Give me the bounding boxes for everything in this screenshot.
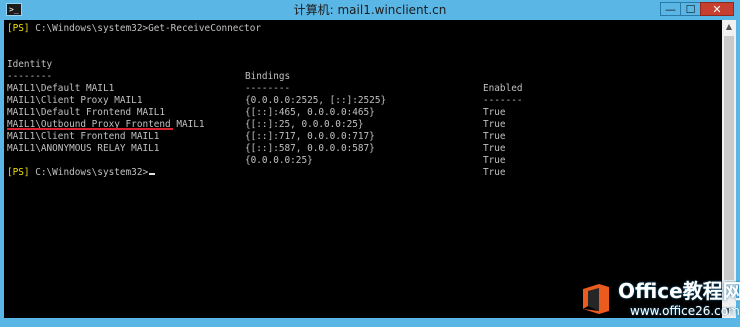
- minimize-button[interactable]: —: [660, 2, 680, 16]
- ps-prompt-tag: [PS]: [7, 23, 30, 34]
- table-row: MAIL1\ANONYMOUS RELAY MAIL1 {0.0.0.0:25}…: [7, 131, 506, 178]
- row-enabled: True: [483, 143, 506, 154]
- command-line: [PS] C:\Windows\system32>Get-ReceiveConn…: [7, 23, 261, 35]
- watermark-title: Office教程网: [618, 279, 740, 303]
- row-bindings: {0.0.0.0:25}: [245, 155, 313, 166]
- prompt-line: [PS] C:\Windows\system32>: [7, 167, 156, 179]
- header-bindings: Bindings: [245, 71, 291, 82]
- window-title: 计算机: mail1.winclient.cn: [293, 3, 447, 17]
- scrollbar-thumb[interactable]: [724, 36, 734, 280]
- office-logo-icon: [583, 284, 609, 314]
- ps-prompt-tag: [PS]: [7, 167, 30, 178]
- separator-bindings: --------: [245, 83, 291, 94]
- row-bindings: {[::]:587, 0.0.0.0:587}: [245, 143, 375, 154]
- row-enabled: True: [483, 155, 506, 166]
- header-enabled: Enabled: [483, 83, 523, 94]
- table-row: MAIL1\Outbound Proxy Frontend MAIL1 {[::…: [7, 107, 506, 154]
- table-row: MAIL1\Default MAIL1 {0.0.0.0:2525, [::]:…: [7, 71, 506, 118]
- table-row: MAIL1\Default Frontend MAIL1 {[::]:25, 0…: [7, 95, 506, 142]
- row-bindings: {0.0.0.0:2525, [::]:2525}: [245, 95, 387, 106]
- watermark: Office教程网 www.office26.com: [572, 272, 740, 327]
- table-row: MAIL1\Client Frontend MAIL1 {[::]:587, 0…: [7, 119, 506, 166]
- row-bindings: {[::]:465, 0.0.0.0:465}: [245, 107, 375, 118]
- separator-enabled: -------: [483, 95, 523, 106]
- close-button[interactable]: ✕: [700, 2, 734, 16]
- table-row: MAIL1\Client Proxy MAIL1 {[::]:465, 0.0.…: [7, 83, 506, 130]
- row-enabled: True: [483, 107, 506, 118]
- table-header: Identity Bindings Enabled: [7, 47, 523, 94]
- maximize-button[interactable]: ☐: [680, 2, 700, 16]
- row-enabled: True: [483, 167, 506, 178]
- text-cursor: [149, 173, 156, 175]
- title-bar[interactable]: >_ 计算机: mail1.winclient.cn — ☐ ✕: [0, 0, 740, 20]
- watermark-url: www.office26.com: [630, 304, 740, 318]
- command-text: Get-ReceiveConnector: [148, 23, 261, 34]
- table-separator: -------- -------- -------: [7, 59, 523, 106]
- prompt-path: C:\Windows\system32>: [29, 23, 149, 34]
- scroll-up-arrow-icon[interactable]: ▲: [722, 20, 736, 34]
- row-enabled: True: [483, 131, 506, 142]
- powershell-window: >_ 计算机: mail1.winclient.cn — ☐ ✕ [PS] C:…: [0, 0, 740, 327]
- row-identity: MAIL1\ANONYMOUS RELAY MAIL1: [7, 143, 160, 154]
- prompt-path: C:\Windows\system32>: [29, 167, 149, 178]
- row-bindings: {[::]:25, 0.0.0.0:25}: [245, 119, 364, 130]
- row-bindings: {[::]:717, 0.0.0.0:717}: [245, 131, 375, 142]
- row-enabled: True: [483, 119, 506, 130]
